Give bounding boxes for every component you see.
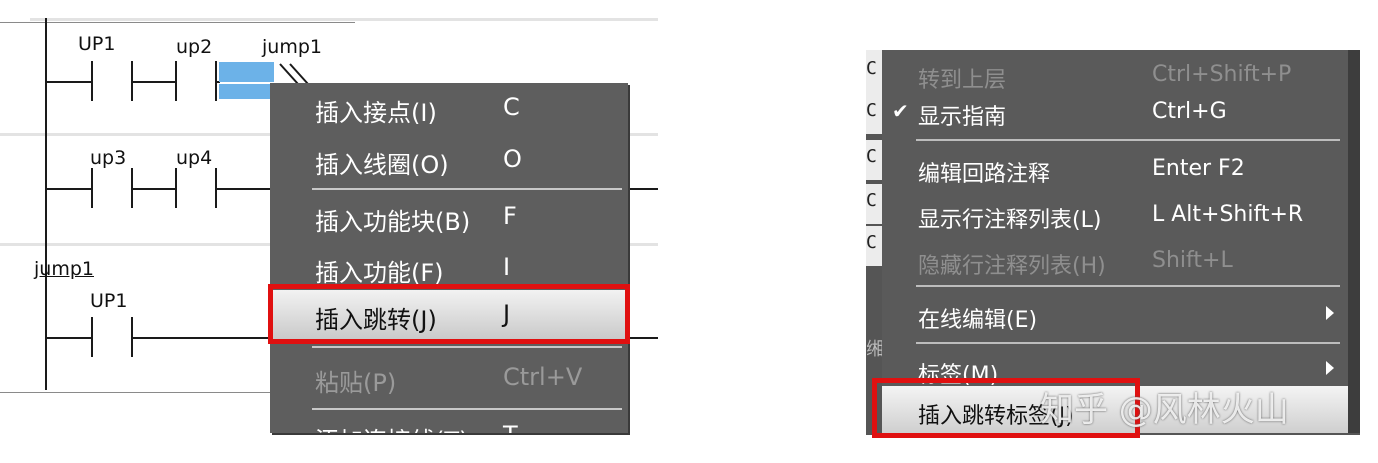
contact-label: up2 — [176, 36, 213, 58]
menu-item-shortcut: C — [503, 93, 520, 121]
submenu-arrow-icon — [1326, 306, 1334, 320]
menu-item-label: 显示行注释列表(L) — [918, 208, 1102, 233]
submenu-arrow-icon — [1326, 361, 1334, 375]
menu-item-paste[interactable]: 粘贴(P) Ctrl+V — [270, 353, 628, 405]
menu-item-online-edit[interactable]: 在线编辑(E) — [882, 290, 1348, 340]
menu-item-hide-line-comments[interactable]: 隐藏行注释列表(H) Shift+L — [882, 236, 1348, 286]
watermark: 知乎 @风林火山 — [1040, 390, 1289, 430]
edge-cell: C — [866, 226, 882, 266]
contact-label: UP1 — [78, 33, 116, 55]
context-menu-left: 插入接点(I) C 插入线圈(O) O 插入功能块(B) F 插入功能(F) I… — [270, 83, 628, 433]
menu-item-shortcut: F — [503, 202, 517, 230]
menu-item-shortcut: Ctrl+V — [503, 363, 583, 391]
contact-up3[interactable] — [91, 168, 133, 208]
menu-item-shortcut: L Alt+Shift+R — [1152, 202, 1304, 227]
menu-item-insert-coil[interactable]: 插入线圈(O) O — [270, 135, 628, 187]
menu-separator — [916, 342, 1340, 344]
menu-item-shortcut: I — [503, 253, 511, 281]
contact-label: up3 — [90, 147, 127, 169]
contact-up2[interactable] — [175, 61, 217, 101]
menu-separator — [312, 346, 622, 348]
menu-separator — [916, 285, 1340, 287]
menu-item-label: 插入线圈(O) — [315, 151, 449, 179]
contact-up1[interactable] — [91, 61, 133, 101]
menu-item-label: 插入功能(F) — [315, 259, 444, 287]
rung-separator-line — [0, 22, 355, 23]
menu-item-shortcut: Ctrl+G — [1152, 99, 1227, 124]
menu-item-shortcut: O — [503, 145, 522, 173]
rung-separator-line — [0, 392, 270, 393]
menu-item-label: 插入接点(I) — [315, 99, 437, 127]
scroll-edge — [1348, 50, 1360, 433]
menu-item-label: 添加连接线(T) — [315, 421, 468, 433]
menu-item-show-line-comments[interactable]: 显示行注释列表(L) L Alt+Shift+R — [882, 190, 1348, 240]
selected-cell[interactable] — [219, 84, 274, 99]
menu-item-label: 编辑回路注释 — [918, 162, 1051, 187]
menu-item-shortcut: Ctrl+Shift+P — [1152, 62, 1292, 87]
menu-separator — [312, 408, 622, 410]
jump-label[interactable]: jump1 — [34, 258, 94, 280]
menu-item-shortcut: Enter F2 — [1152, 156, 1245, 181]
menu-item-label: 插入功能块(B) — [315, 208, 471, 236]
menu-item-edit-circuit-comment[interactable]: 编辑回路注释 Enter F2 — [882, 144, 1348, 194]
contact-label: up4 — [176, 147, 213, 169]
edge-cell: C — [866, 50, 882, 96]
menu-item-show-guide[interactable]: ✔ 显示指南 Ctrl+G — [882, 87, 1348, 137]
menu-item-add-connection[interactable]: 添加连接线(T) T — [270, 411, 628, 433]
menu-item-label: 在线编辑(E) — [918, 308, 1038, 333]
selected-cell[interactable] — [219, 62, 274, 82]
edge-cell: C — [866, 92, 882, 134]
menu-item-insert-function-block[interactable]: 插入功能块(B) F — [270, 192, 628, 244]
contact-label: UP1 — [90, 290, 128, 312]
coil-label: jump1 — [262, 36, 322, 58]
menu-separator — [916, 139, 1340, 141]
edge-cell: C — [866, 140, 882, 180]
menu-item-shortcut: T — [503, 421, 518, 433]
menu-item-insert-contact[interactable]: 插入接点(I) C — [270, 83, 628, 135]
left-power-rail — [45, 18, 47, 390]
edge-cell: C — [866, 184, 882, 224]
context-menu-right: 转到上层 Ctrl+Shift+P ✔ 显示指南 Ctrl+G 编辑回路注释 E… — [882, 50, 1348, 433]
menu-item-shortcut: Shift+L — [1152, 248, 1233, 273]
menu-separator — [312, 188, 622, 190]
contact-up4[interactable] — [175, 168, 217, 208]
menu-item-label: 粘贴(P) — [315, 369, 397, 397]
menu-item-label: 显示指南 — [918, 105, 1007, 130]
menu-item-label: 隐藏行注释列表(H) — [918, 254, 1106, 279]
highlight-box — [268, 284, 630, 344]
contact-up1-rung3[interactable] — [91, 317, 133, 357]
checkmark-icon: ✔ — [892, 99, 909, 123]
rung-separator — [30, 18, 658, 21]
